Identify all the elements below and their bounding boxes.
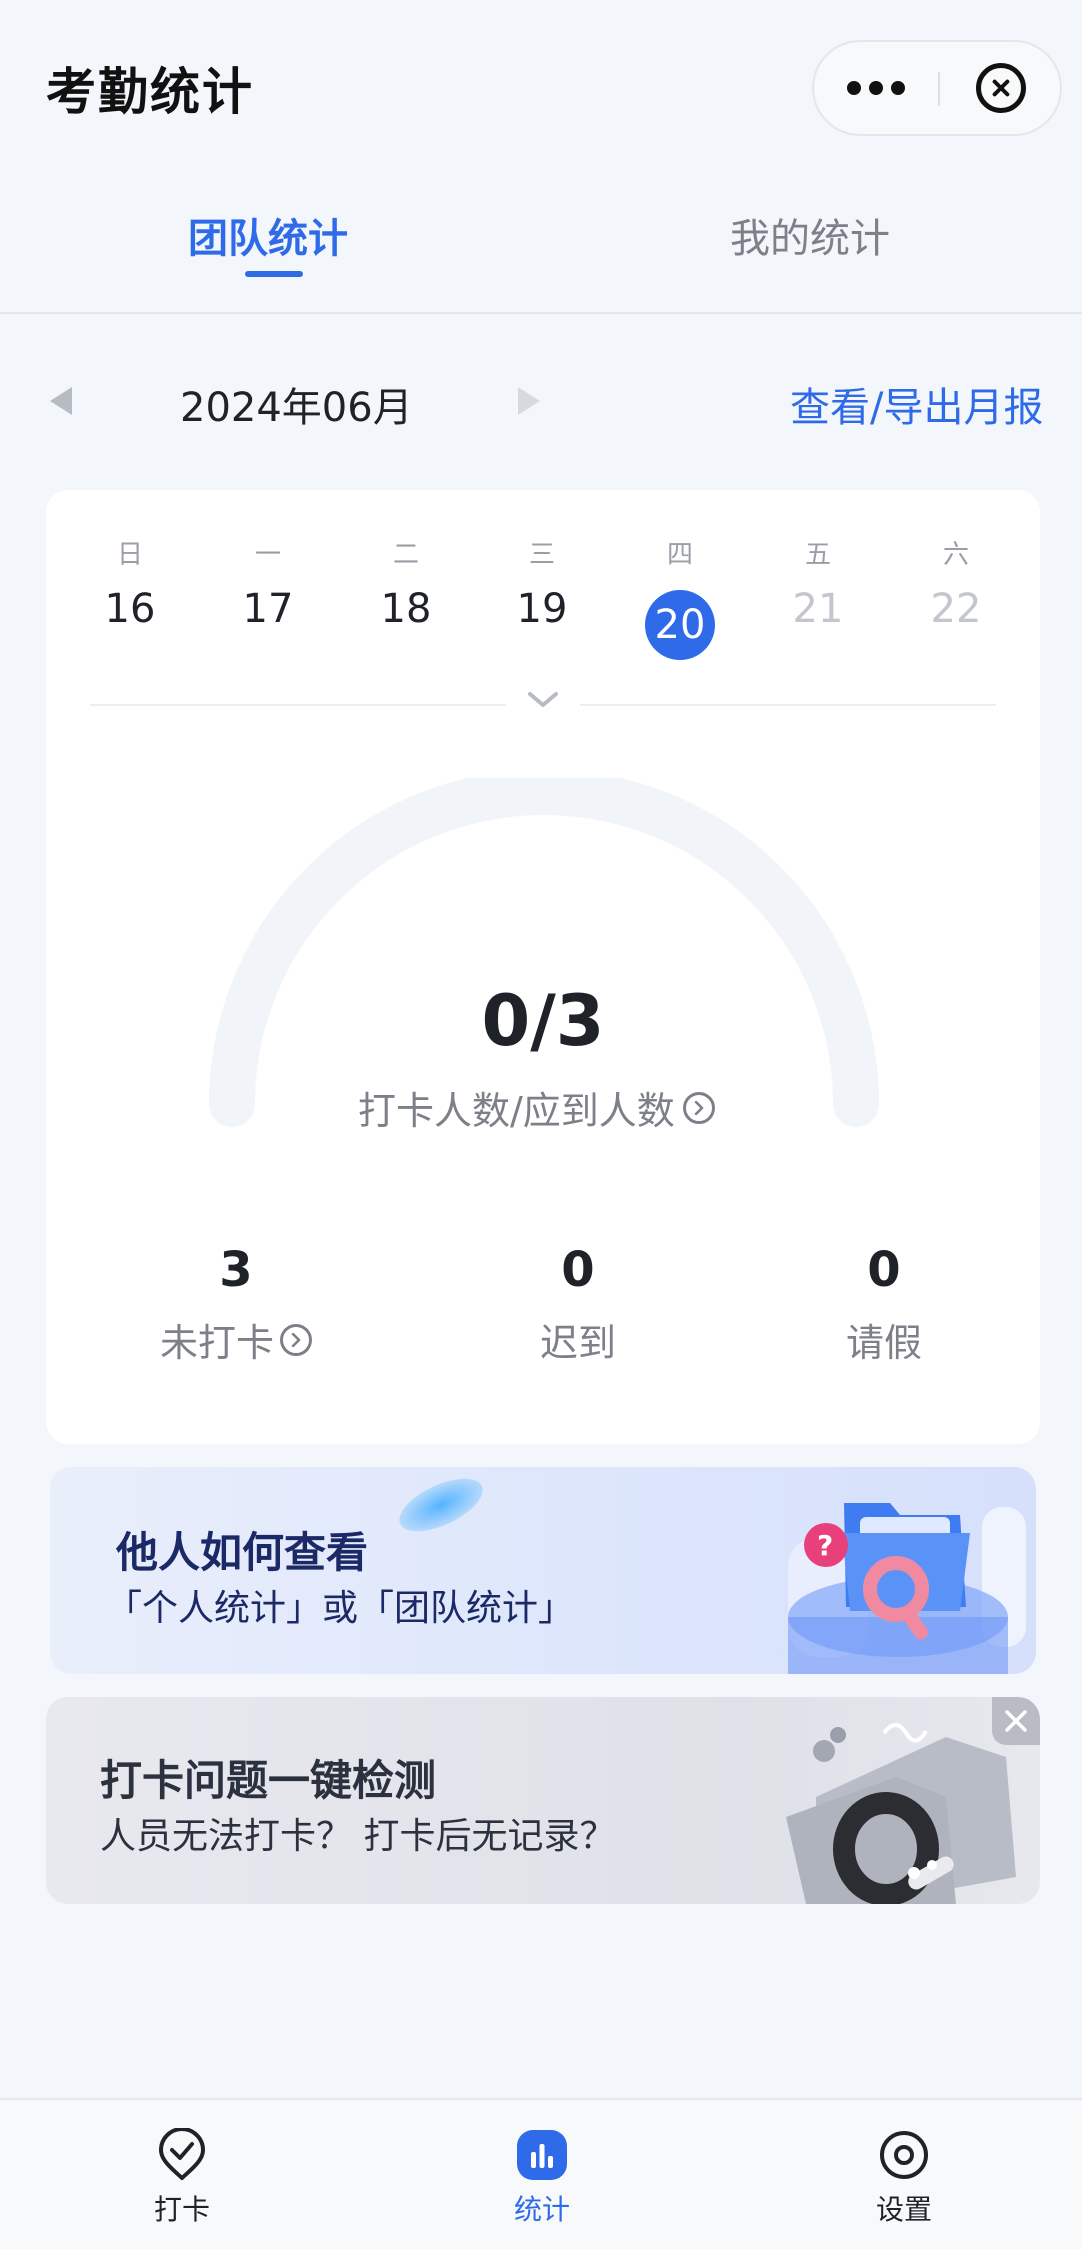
week-divider bbox=[580, 704, 996, 706]
weekday-label: 日 bbox=[116, 540, 143, 570]
close-circle-icon bbox=[976, 63, 1026, 113]
stats-card: 日 一 二 三 四 五 六 16 17 18 19 20 21 22 0/3 打… bbox=[46, 490, 1040, 1444]
banner-subtitle: 「个人统计」或「团队统计」 bbox=[106, 1588, 575, 1629]
stat-label: 未打卡 bbox=[159, 1321, 274, 1365]
nav-item-stats[interactable]: 统计 bbox=[472, 2128, 612, 2228]
weekday-label: 四 bbox=[666, 540, 693, 570]
nav-item-checkin[interactable]: 打卡 bbox=[112, 2128, 252, 2228]
date-cell[interactable]: 22 bbox=[906, 586, 1006, 632]
bar-chart-icon bbox=[517, 2130, 567, 2180]
gauge-label-text: 打卡人数/应到人数 bbox=[358, 1089, 675, 1133]
page-title: 考勤统计 bbox=[46, 63, 254, 121]
date-cell[interactable]: 21 bbox=[768, 586, 868, 632]
stat-value: 0 bbox=[561, 1242, 595, 1298]
close-icon bbox=[1005, 1710, 1027, 1732]
more-button[interactable] bbox=[814, 42, 938, 134]
nav-label: 设置 bbox=[875, 2193, 932, 2226]
stat-not-checked-in[interactable]: 3 未打卡 bbox=[86, 1242, 386, 1367]
stat-label: 请假 bbox=[845, 1321, 922, 1365]
stat-leave[interactable]: 0 请假 bbox=[734, 1242, 1034, 1367]
decorative-blob bbox=[391, 1467, 491, 1543]
tab-my-stats[interactable]: 我的统计 bbox=[730, 206, 890, 264]
more-dots-icon bbox=[847, 81, 905, 95]
gauge-value: 0/3 bbox=[481, 980, 605, 1062]
mini-program-capsule bbox=[812, 40, 1062, 136]
check-pin-icon bbox=[159, 2128, 205, 2180]
stat-label: 迟到 bbox=[539, 1321, 616, 1365]
tab-team-stats[interactable]: 团队统计 bbox=[188, 206, 348, 264]
nav-item-settings[interactable]: 设置 bbox=[834, 2128, 974, 2228]
banner-title: 他人如何查看 bbox=[116, 1528, 369, 1577]
settings-icon bbox=[880, 2131, 928, 2179]
date-cell-selected[interactable]: 20 bbox=[645, 590, 715, 660]
weekday-label: 三 bbox=[528, 540, 555, 570]
date-cell[interactable]: 16 bbox=[80, 586, 180, 632]
prev-month-arrow-icon[interactable] bbox=[50, 387, 72, 415]
chevron-down-icon[interactable] bbox=[526, 690, 560, 710]
banner-title: 打卡问题一键检测 bbox=[100, 1756, 437, 1805]
weekday-label: 六 bbox=[942, 540, 969, 570]
date-cell[interactable]: 17 bbox=[218, 586, 318, 632]
folder-search-illustration-icon: ? bbox=[788, 1503, 1026, 1674]
export-monthly-report-link[interactable]: 查看/导出月报 bbox=[790, 375, 1043, 433]
svg-text:?: ? bbox=[817, 1529, 833, 1562]
next-month-arrow-icon[interactable] bbox=[518, 387, 540, 415]
active-tab-indicator bbox=[245, 271, 303, 277]
date-cell[interactable]: 18 bbox=[356, 586, 456, 632]
stat-value: 3 bbox=[219, 1242, 253, 1298]
stat-value: 0 bbox=[867, 1242, 901, 1298]
tabs-divider bbox=[0, 312, 1082, 314]
date-cell[interactable]: 19 bbox=[492, 586, 592, 632]
help-banner-view-stats[interactable]: 他人如何查看 「个人统计」或「团队统计」 ? bbox=[50, 1467, 1036, 1674]
month-label: 2024年06月 bbox=[180, 385, 413, 431]
weekday-label: 五 bbox=[804, 540, 831, 570]
close-banner-button[interactable] bbox=[992, 1697, 1040, 1745]
weekday-label: 一 bbox=[254, 540, 281, 570]
chevron-right-circle-icon bbox=[682, 1091, 715, 1124]
weekday-label: 二 bbox=[392, 540, 419, 570]
chevron-right-circle-icon bbox=[280, 1323, 312, 1356]
attendance-gauge bbox=[209, 778, 879, 1127]
banner-subtitle: 人员无法打卡？ 打卡后无记录？ bbox=[100, 1816, 616, 1857]
help-banner-checkin-diagnose[interactable]: 打卡问题一键检测 人员无法打卡？ 打卡后无记录？ bbox=[46, 1697, 1040, 1904]
week-divider bbox=[90, 704, 506, 706]
nav-label: 统计 bbox=[513, 2193, 570, 2226]
stat-late[interactable]: 0 迟到 bbox=[428, 1242, 728, 1367]
gauge-label[interactable]: 打卡人数/应到人数 bbox=[358, 1080, 715, 1135]
close-button[interactable] bbox=[940, 42, 1062, 134]
nav-label: 打卡 bbox=[153, 2193, 210, 2226]
stat-label-row: 未打卡 bbox=[86, 1312, 386, 1367]
